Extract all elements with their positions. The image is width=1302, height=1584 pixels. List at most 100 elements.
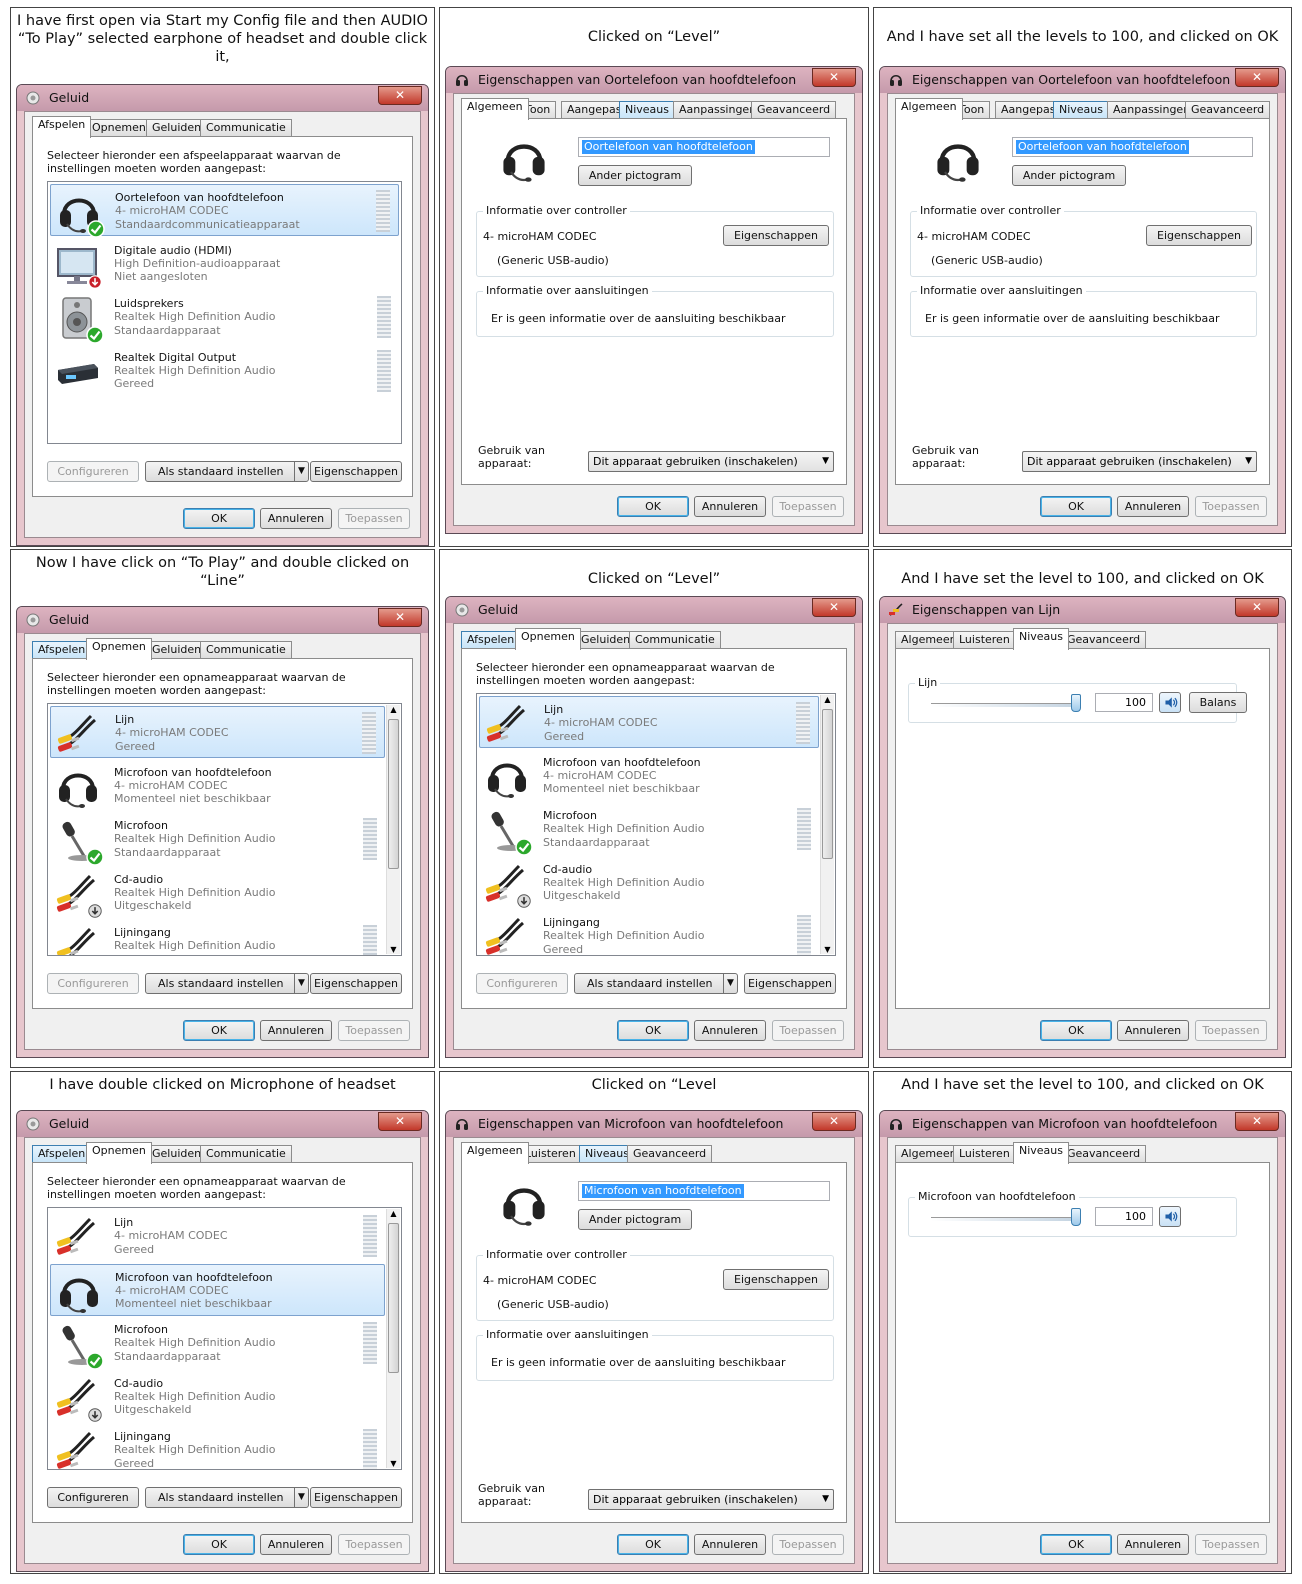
slider-thumb[interactable] <box>1071 694 1081 712</box>
device-item[interactable]: Microfoon Realtek High Definition Audio St… <box>50 813 385 866</box>
mute-speaker-button[interactable] <box>1159 692 1181 713</box>
configure-button[interactable]: Configureren <box>47 461 139 482</box>
apply-button[interactable]: Toepassen <box>338 1534 410 1555</box>
tab-geavanceerd[interactable]: Geavanceerd <box>1185 101 1271 119</box>
device-list[interactable]: Lijn 4- microHAM CODEC Gereed Microfoon van… <box>476 693 836 956</box>
apply-button[interactable]: Toepassen <box>338 1020 410 1041</box>
tab-communicatie[interactable]: Communicatie <box>200 641 292 659</box>
device-item[interactable]: Microfoon van hoofdtelefoon 4- microHAM C… <box>479 750 819 802</box>
title-bar[interactable]: Eigenschappen van Oortelefoon van hoofdt… <box>880 67 1285 93</box>
slider-thumb[interactable] <box>1071 1208 1081 1226</box>
device-usage-select[interactable]: Dit apparaat gebruiken (inschakelen) ▼ <box>588 451 834 472</box>
device-list[interactable]: Lijn 4- microHAM CODEC Gereed Microfoon van… <box>47 703 402 956</box>
close-button[interactable]: ✕ <box>378 86 422 105</box>
title-bar[interactable]: Geluid ✕ <box>17 1111 428 1137</box>
device-item[interactable]: Luidsprekers Realtek High Definition Audi… <box>50 291 399 344</box>
device-item[interactable]: LijningangRealtek High Definition AudioG… <box>479 910 819 955</box>
cancel-button[interactable]: Annuleren <box>1117 496 1189 517</box>
properties-button[interactable]: Eigenschappen <box>310 1487 402 1508</box>
device-list[interactable]: Lijn 4- microHAM CODEC Gereed Microfoon van… <box>47 1207 402 1470</box>
tab-opnemen[interactable]: Opnemen <box>86 119 152 137</box>
device-item[interactable]: Digitale audio (HDMI) High Definition-aud… <box>50 238 399 290</box>
tab-communicatie[interactable]: Communicatie <box>200 1145 292 1163</box>
tab-geluiden[interactable]: Geluiden <box>146 1145 208 1163</box>
list-scrollbar[interactable]: ▲ ▼ <box>386 705 400 954</box>
tab-geavanceerd[interactable]: Geavanceerd <box>1061 1145 1147 1163</box>
title-bar[interactable]: Eigenschappen van Microfoon van hoofdtel… <box>880 1111 1285 1137</box>
ok-button[interactable]: OK <box>1040 496 1112 517</box>
tab-geluiden[interactable]: Geluiden <box>146 641 208 659</box>
dropdown-arrow-icon[interactable]: ▼ <box>294 974 308 993</box>
device-item[interactable]: Lijn 4- microHAM CODEC Gereed <box>50 1210 385 1262</box>
set-default-button[interactable]: Als standaard instellen ▼ <box>574 973 738 994</box>
title-bar[interactable]: Eigenschappen van Oortelefoon van hoofdt… <box>446 67 862 93</box>
tab-luisteren[interactable]: Luisteren <box>953 1145 1016 1163</box>
device-item[interactable]: Cd-audio Realtek High Definition Audio Uit… <box>50 1371 385 1423</box>
tab-opnemen[interactable]: Opnemen <box>86 1142 152 1164</box>
ok-button[interactable]: OK <box>617 496 689 517</box>
title-bar[interactable]: Geluid ✕ <box>446 597 862 623</box>
tab-geluiden[interactable]: Geluiden <box>575 631 637 649</box>
tab-opnemen[interactable]: Opnemen <box>86 638 152 660</box>
tab-niveaus[interactable]: Niveaus <box>1053 101 1110 119</box>
title-bar[interactable]: Geluid ✕ <box>17 607 428 633</box>
change-icon-button[interactable]: Ander pictogram <box>578 165 692 186</box>
level-slider[interactable] <box>931 1204 1081 1230</box>
level-slider[interactable] <box>931 690 1081 716</box>
device-item[interactable]: LijningangRealtek High Definition AudioG… <box>50 920 385 955</box>
scroll-thumb[interactable] <box>822 709 833 859</box>
cancel-button[interactable]: Annuleren <box>694 1534 766 1555</box>
properties-button[interactable]: Eigenschappen <box>310 973 402 994</box>
set-default-button[interactable]: Als standaard instellen ▼ <box>145 1487 309 1508</box>
tab-opnemen[interactable]: Opnemen <box>515 628 581 650</box>
tab-algemeen[interactable]: Algemeen <box>461 1142 529 1164</box>
tab-afspelen[interactable]: Afspelen <box>32 116 92 138</box>
close-button[interactable]: ✕ <box>378 608 422 627</box>
ok-button[interactable]: OK <box>617 1020 689 1041</box>
device-item[interactable]: Cd-audio Realtek High Definition Audio Uit… <box>50 867 385 919</box>
apply-button[interactable]: Toepassen <box>338 508 410 529</box>
title-bar[interactable]: Eigenschappen van Microfoon van hoofdtel… <box>446 1111 862 1137</box>
tab-niveaus[interactable]: Niveaus <box>1013 628 1070 650</box>
properties-button[interactable]: Eigenschappen <box>310 461 402 482</box>
tab-algemeen[interactable]: Algemeen <box>461 98 529 120</box>
apply-button[interactable]: Toepassen <box>1195 1534 1267 1555</box>
device-item[interactable]: Lijn 4- microHAM CODEC Gereed <box>50 706 385 758</box>
scroll-up-icon[interactable]: ▲ <box>387 1209 400 1218</box>
controller-properties-button[interactable]: Eigenschappen <box>1146 225 1252 246</box>
title-bar[interactable]: Geluid ✕ <box>17 85 428 111</box>
level-value-field[interactable]: 100 <box>1095 1207 1153 1226</box>
list-scrollbar[interactable]: ▲ ▼ <box>820 695 834 954</box>
tab-afspelen[interactable]: Afspelen <box>32 1145 92 1163</box>
tab-luisteren[interactable]: Luisteren <box>953 631 1016 649</box>
ok-button[interactable]: OK <box>1040 1534 1112 1555</box>
device-item[interactable]: Microfoon van hoofdtelefoon 4- microHAM C… <box>50 760 385 812</box>
level-value-field[interactable]: 100 <box>1095 693 1153 712</box>
device-item[interactable]: Cd-audio Realtek High Definition Audio Uit… <box>479 857 819 909</box>
apply-button[interactable]: Toepassen <box>772 1534 844 1555</box>
close-button[interactable]: ✕ <box>1235 1112 1279 1131</box>
device-name-field[interactable]: Oortelefoon van hoofdtelefoon <box>1012 137 1253 157</box>
cancel-button[interactable]: Annuleren <box>1117 1534 1189 1555</box>
ok-button[interactable]: OK <box>1040 1020 1112 1041</box>
controller-properties-button[interactable]: Eigenschappen <box>723 1269 829 1290</box>
device-name-field[interactable]: Oortelefoon van hoofdtelefoon <box>578 137 830 157</box>
tab-afspelen[interactable]: Afspelen <box>461 631 521 649</box>
tab-afspelen[interactable]: Afspelen <box>32 641 92 659</box>
cancel-button[interactable]: Annuleren <box>260 508 332 529</box>
tab-aanpassingen[interactable]: Aanpassingen <box>1107 101 1197 119</box>
close-button[interactable]: ✕ <box>812 1112 856 1131</box>
device-item[interactable]: Lijn 4- microHAM CODEC Gereed <box>479 696 819 748</box>
tab-aanpassingen[interactable]: Aanpassingen <box>673 101 763 119</box>
change-icon-button[interactable]: Ander pictogram <box>578 1209 692 1230</box>
ok-button[interactable]: OK <box>183 508 255 529</box>
configure-button[interactable]: Configureren <box>47 1487 139 1508</box>
tab-niveaus[interactable]: Niveaus <box>1013 1142 1070 1164</box>
configure-button[interactable]: Configureren <box>476 973 568 994</box>
dropdown-arrow-icon[interactable]: ▼ <box>294 1488 308 1507</box>
ok-button[interactable]: OK <box>183 1534 255 1555</box>
device-item[interactable]: Microfoon van hoofdtelefoon 4- microHAM C… <box>50 1263 385 1316</box>
scroll-down-icon[interactable]: ▼ <box>387 945 400 954</box>
tab-communicatie[interactable]: Communicatie <box>629 631 721 649</box>
tab-geavanceerd[interactable]: Geavanceerd <box>1061 631 1147 649</box>
